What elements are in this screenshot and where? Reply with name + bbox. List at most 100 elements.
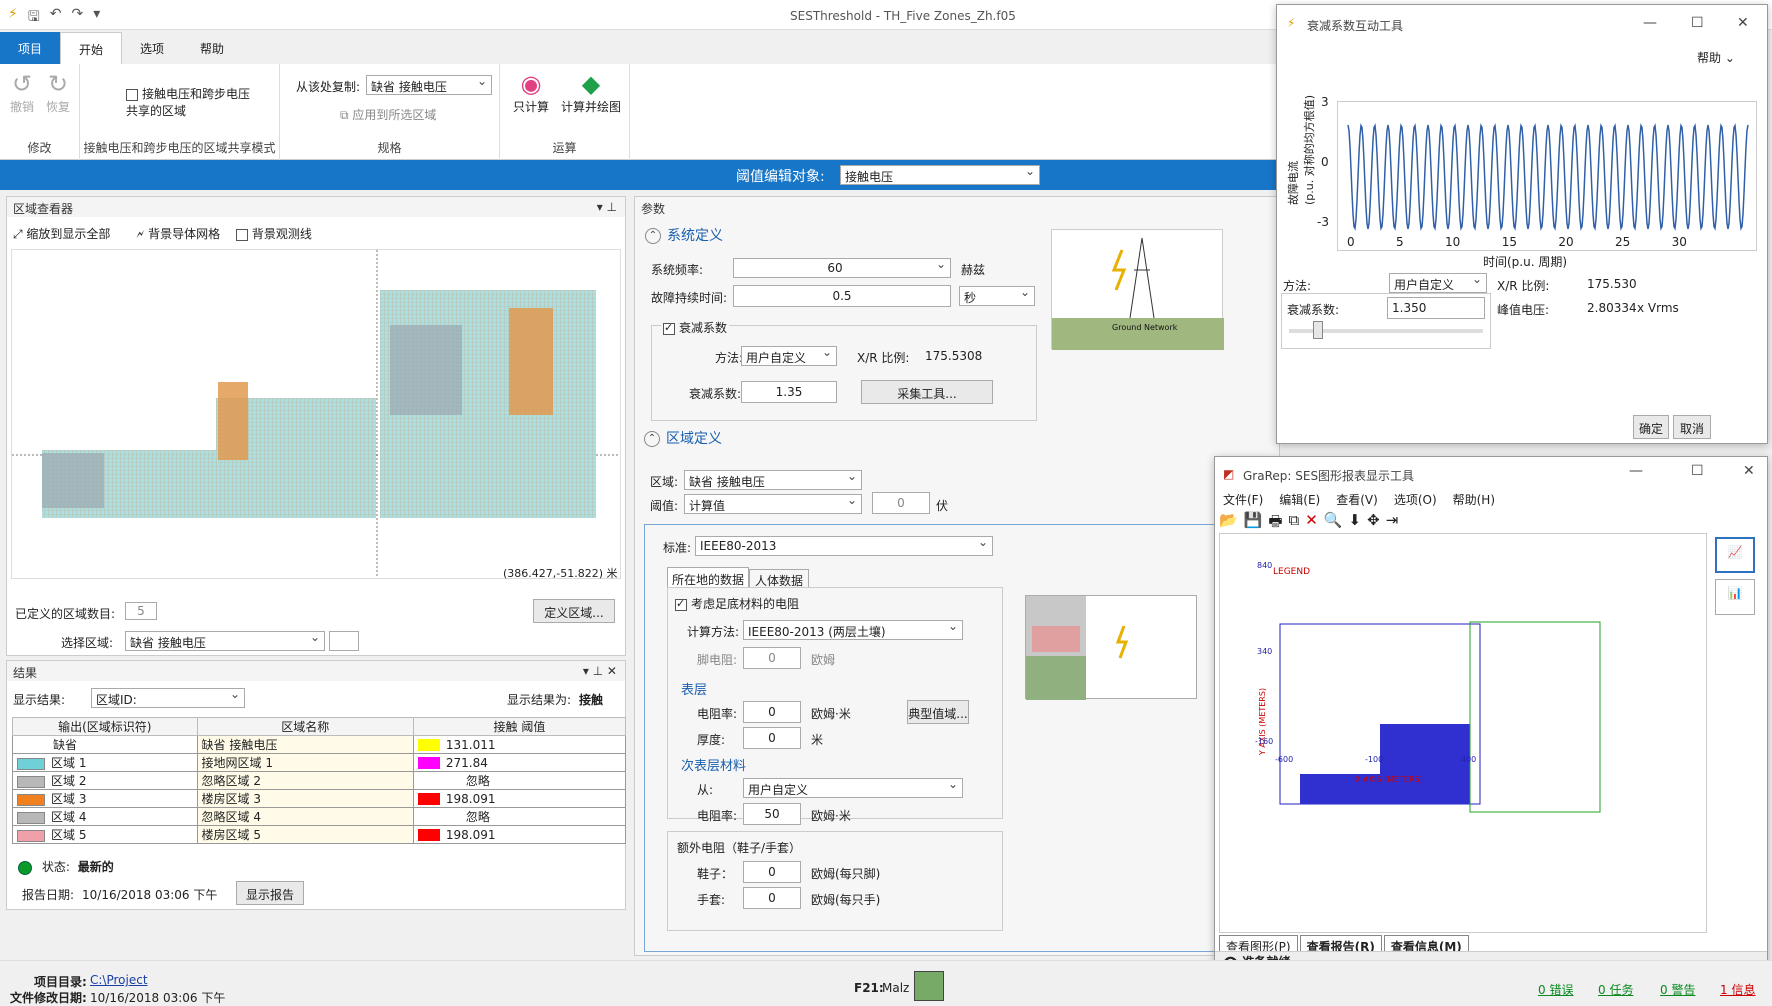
threshold-mode-select[interactable]: 计算值: [684, 494, 862, 514]
help-link[interactable]: 帮助 ⌄: [1697, 49, 1735, 66]
tab-site-data[interactable]: 所在地的数据: [667, 567, 749, 587]
show-result-select[interactable]: 区域ID:: [91, 688, 245, 708]
foot-check-box[interactable]: [675, 597, 687, 611]
errors-link[interactable]: 0 错误: [1538, 981, 1573, 998]
maximize-icon[interactable]: ☐: [1691, 463, 1704, 479]
tab-body-data[interactable]: 人体数据: [749, 569, 809, 588]
table-row[interactable]: 缺省 缺省 接触电压 131.011: [12, 735, 627, 754]
undo-icon[interactable]: ↶: [50, 6, 62, 30]
table-row[interactable]: 区域 5 楼房区域 5 198.091: [12, 825, 627, 844]
calc-plot-button[interactable]: ◆ 计算并绘图: [558, 70, 624, 115]
threshold-select[interactable]: 接触电压: [840, 165, 1040, 185]
zone-color-swatch[interactable]: [329, 631, 359, 651]
duration-label: 故障持续时间:: [651, 291, 728, 305]
minimize-icon[interactable]: —: [1643, 15, 1657, 31]
from-select[interactable]: 用户自定义: [743, 778, 963, 798]
thickness-field[interactable]: 0: [743, 727, 801, 749]
dt-method-select[interactable]: 用户自定义: [1389, 273, 1487, 293]
customize-icon[interactable]: ▾: [93, 6, 100, 30]
bg-network-button[interactable]: 🗲 背景导体网格: [136, 227, 220, 241]
copy-from-select[interactable]: 缺省 接触电压: [366, 75, 492, 95]
save-icon[interactable]: 🖫: [28, 6, 40, 30]
info-link[interactable]: 1 信息: [1720, 981, 1755, 998]
menu-help[interactable]: 帮助(H): [1453, 491, 1495, 508]
duration-field[interactable]: 0.5: [733, 285, 951, 307]
calc-only-button[interactable]: ◉ 只计算: [508, 70, 554, 115]
menu-file[interactable]: 文件(F): [1223, 491, 1263, 508]
decay-slider-thumb[interactable]: [1313, 321, 1323, 339]
project-dir-link[interactable]: C:\Project: [90, 973, 148, 987]
report-date-value: 10/16/2018 03:06 下午: [82, 888, 218, 902]
glove-field[interactable]: 0: [743, 887, 801, 909]
system-def-header[interactable]: ⌃ 系统定义: [645, 225, 723, 245]
view-plot-button[interactable]: 📈: [1715, 537, 1755, 573]
zoom-all-button[interactable]: ⤢ 缩放到显示全部: [13, 227, 110, 241]
standard-select[interactable]: IEEE80-2013: [695, 536, 993, 556]
subres-field[interactable]: 50: [743, 803, 801, 825]
apply-selected-button[interactable]: ⧉ 应用到所选区域: [340, 106, 436, 123]
show-result-label: 显示结果:: [13, 693, 66, 707]
collect-tool-button[interactable]: 采集工具...: [861, 380, 993, 404]
select-zone-select[interactable]: 缺省 接触电压: [125, 631, 325, 651]
method-select[interactable]: 用户自定义: [741, 346, 837, 366]
zone-swatch: [17, 811, 45, 824]
decay-check-box[interactable]: [663, 321, 675, 335]
maximize-icon[interactable]: ☐: [1691, 15, 1704, 31]
zone-def-section[interactable]: ⌃ 区域定义: [644, 428, 722, 448]
bg-line-checkbox[interactable]: 背景观测线: [235, 227, 312, 241]
share-checkbox[interactable]: 接触电压和跨步电压共享的区域: [126, 86, 256, 120]
decay-checkbox[interactable]: 衰减系数: [661, 319, 730, 336]
undo-button[interactable]: ↺ 撤销: [6, 70, 38, 115]
system-def-label: 系统定义: [667, 228, 723, 244]
pin-icon[interactable]: ▾ ⊥: [597, 200, 617, 214]
zone-label: 区域:: [650, 475, 679, 489]
shoe-field[interactable]: 0: [743, 861, 801, 883]
results-header: 结果 ▾ ⊥ ✕: [7, 661, 625, 681]
cancel-button[interactable]: 取消: [1673, 415, 1711, 439]
table-row[interactable]: 区域 1 接地网区域 1 271.84: [12, 753, 627, 772]
menu-options[interactable]: 选项(O): [1394, 491, 1437, 508]
zone-map[interactable]: [12, 250, 621, 579]
tab-options[interactable]: 选项: [122, 32, 182, 64]
row-threshold: 198.091: [412, 825, 627, 844]
minimize-icon[interactable]: —: [1629, 463, 1643, 479]
share-check-box[interactable]: [126, 88, 138, 101]
tasks-link[interactable]: 0 任务: [1598, 981, 1633, 998]
duration-unit-select[interactable]: 秒: [959, 286, 1035, 306]
foot-checkbox[interactable]: 考虑足底材料的电阻: [675, 595, 799, 612]
typical-values-button[interactable]: 典型值域...: [907, 700, 969, 724]
bg-line-check-box[interactable]: [235, 228, 248, 241]
share-group: 接触电压和跨步电压共享的区域 接触电压和跨步电压的区域共享模式: [80, 64, 280, 160]
show-report-button[interactable]: 显示报告: [236, 881, 304, 905]
table-row[interactable]: 区域 3 楼房区域 3 198.091: [12, 789, 627, 808]
close-icon[interactable]: ✕: [1737, 15, 1749, 31]
warnings-link[interactable]: 0 警告: [1660, 981, 1695, 998]
table-row[interactable]: 区域 4 忽略区域 4 忽略: [12, 807, 627, 826]
redo-button[interactable]: ↻ 恢复: [42, 70, 74, 115]
close-icon[interactable]: ✕: [1743, 463, 1755, 479]
ok-button[interactable]: 确定: [1633, 415, 1669, 439]
define-zone-button[interactable]: 定义区域...: [533, 599, 615, 623]
resistivity-field[interactable]: 0: [743, 701, 801, 723]
menu-view[interactable]: 查看(V): [1336, 491, 1378, 508]
tab-start[interactable]: 开始: [60, 32, 123, 64]
zone-swatch: [17, 775, 45, 788]
dt-decay-field[interactable]: 1.350: [1387, 297, 1485, 319]
zone-canvas[interactable]: [11, 249, 621, 579]
tab-project[interactable]: 项目: [0, 32, 61, 64]
module-icon[interactable]: [914, 971, 944, 1001]
calc-method-select[interactable]: IEEE80-2013 (两层土壤): [743, 620, 963, 640]
table-row[interactable]: 区域 2 忽略区域 2 忽略: [12, 771, 627, 790]
zone-def-label: 区域定义: [666, 431, 722, 447]
decay-tool-window: ⚡ 衰减系数互动工具 — ☐ ✕ 帮助 ⌄ 3 0 -3 故障电流 (p.u. …: [1276, 4, 1768, 444]
dt-decay-label: 衰减系数:: [1287, 303, 1340, 317]
zone-select[interactable]: 缺省 接触电压: [684, 470, 862, 490]
decay-field[interactable]: 1.35: [741, 381, 837, 403]
close-icon[interactable]: ▾ ⊥ ✕: [583, 664, 617, 678]
freq-select[interactable]: 60: [733, 258, 951, 278]
menu-edit[interactable]: 编辑(E): [1279, 491, 1320, 508]
tab-help[interactable]: 帮助: [182, 32, 242, 64]
cursor-coords: (386.427,-51.822) 米: [503, 567, 618, 580]
view-chart-button[interactable]: 📊: [1715, 579, 1755, 615]
redo-icon[interactable]: ↷: [72, 6, 84, 30]
